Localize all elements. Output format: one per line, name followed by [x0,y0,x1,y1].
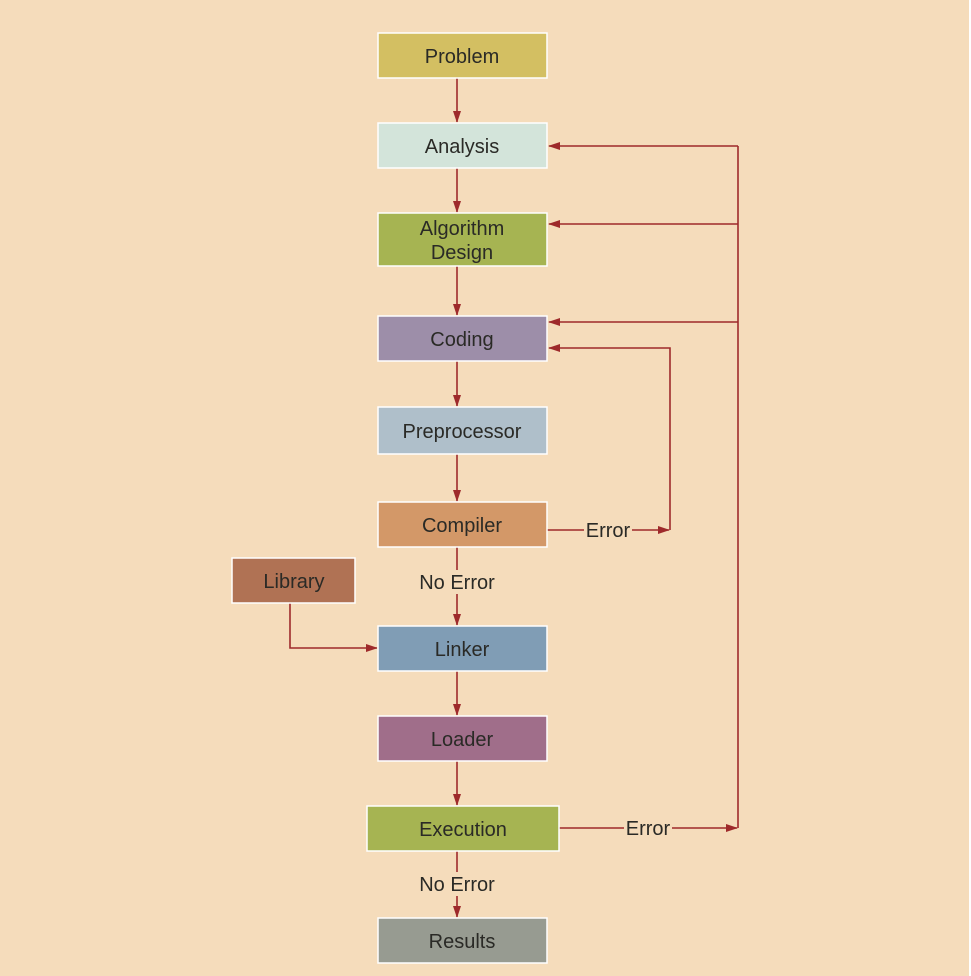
execution-no-error-label: No Error [419,874,495,896]
node-preprocessor: Preprocessor [377,406,548,455]
compiler-no-error-label: No Error [419,572,495,594]
node-problem: Problem [377,32,548,79]
node-label-line1: Algorithm [420,218,504,240]
node-compiler: Compiler [377,501,548,548]
node-label: Linker [435,639,490,661]
node-label: Results [429,931,496,953]
node-label: Execution [419,819,507,841]
compiler-error-label: Error [586,520,631,542]
node-algorithm-design: Algorithm Design [377,212,548,267]
flowchart: Problem Analysis Algorithm Design Coding… [0,0,971,976]
node-label: Compiler [422,515,502,537]
node-label-line2: Design [431,242,493,264]
node-label: Loader [431,729,494,751]
node-label: Analysis [425,136,499,158]
node-library: Library [231,557,356,604]
node-loader: Loader [377,715,548,762]
execution-error-label: Error [626,818,671,840]
node-execution: Execution [366,805,560,852]
node-label: Library [263,571,324,593]
node-results: Results [377,917,548,964]
node-label: Preprocessor [403,421,522,443]
node-label: Problem [425,46,499,68]
node-label: Coding [430,329,493,351]
node-coding: Coding [377,315,548,362]
flowchart-svg: Problem Analysis Algorithm Design Coding… [0,0,969,976]
node-linker: Linker [377,625,548,672]
node-analysis: Analysis [377,122,548,169]
